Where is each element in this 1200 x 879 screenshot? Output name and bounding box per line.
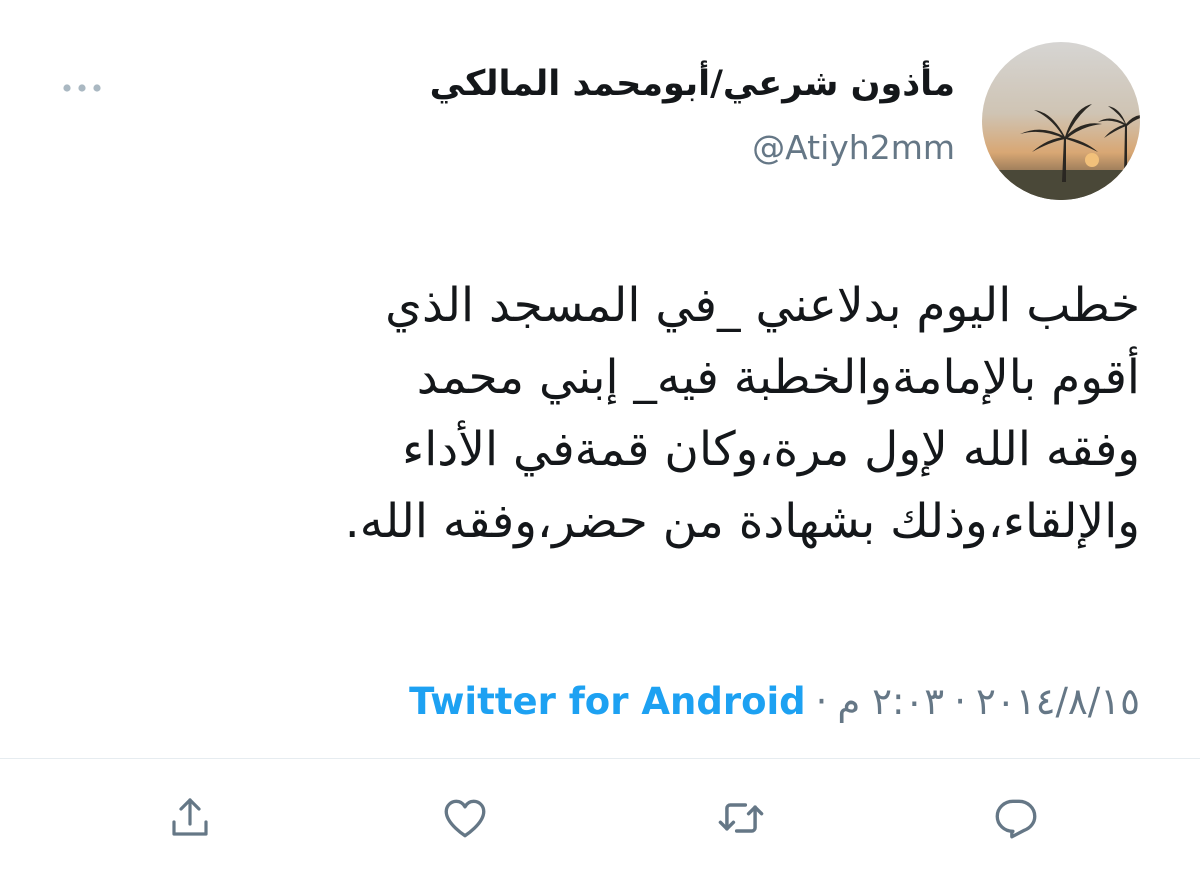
more-horizontal-icon [63, 84, 101, 92]
user-handle[interactable]: @Atiyh2mm [752, 128, 955, 167]
avatar[interactable] [982, 42, 1140, 200]
tweet-text-line: والإلقاء،وذلك بشهادة من حضر،وفقه الله. [344, 494, 1140, 549]
more-options-button[interactable] [60, 78, 104, 98]
tweet-time[interactable]: ٢:٠٣ م [837, 680, 944, 723]
tweet-text-line: وفقه الله لإول مرة،وكان قمةفي الأداء [402, 422, 1140, 477]
tweet-text-line: أقوم بالإمامةوالخطبة فيه_ إبني محمد [416, 350, 1140, 405]
display-name[interactable]: مأذون شرعي/أبومحمد المالكي [430, 64, 955, 104]
tweet-card: مأذون شرعي/أبومحمد المالكي @Atiyh2mm خطب… [0, 0, 1200, 879]
share-icon [172, 798, 208, 836]
like-button[interactable] [437, 790, 493, 846]
reply-button[interactable] [988, 790, 1044, 846]
avatar-image [982, 42, 1140, 200]
retweet-button[interactable] [713, 790, 769, 846]
meta-separator: · [815, 680, 828, 723]
tweet-text: خطب اليوم بدلاعني _في المسجد الذي أقوم ب… [80, 270, 1140, 558]
tweet-date[interactable]: ٢٠١٤/٨/١٥ [976, 680, 1140, 723]
divider [0, 758, 1200, 759]
reply-icon [995, 799, 1037, 839]
heart-icon [444, 799, 486, 838]
share-button[interactable] [162, 790, 218, 846]
tweet-text-line: خطب اليوم بدلاعني _في المسجد الذي [385, 278, 1140, 333]
tweet-meta: Twitter for Android · ٢:٠٣ م · ٢٠١٤/٨/١٥ [409, 680, 1140, 723]
meta-separator: · [954, 680, 966, 723]
retweet-icon [718, 803, 764, 833]
tweet-source-link[interactable]: Twitter for Android [409, 680, 806, 723]
